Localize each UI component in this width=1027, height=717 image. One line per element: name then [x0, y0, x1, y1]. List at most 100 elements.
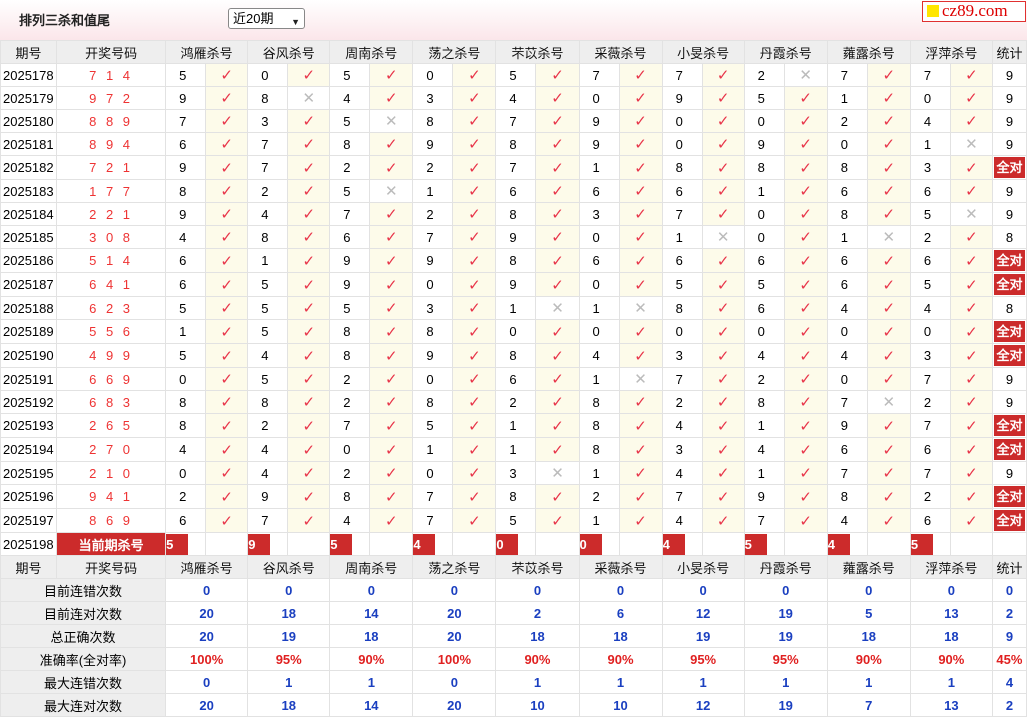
- summary-value: 90%: [909, 647, 993, 671]
- check-icon: ✓: [287, 248, 331, 273]
- period-cell: 2025191: [0, 367, 58, 391]
- kill-number-cell: 7: [412, 508, 454, 533]
- check-icon: ✓: [452, 484, 497, 509]
- check-icon: ✓: [205, 132, 249, 156]
- summary-value: 95%: [743, 647, 828, 671]
- check-icon: ✓: [866, 272, 911, 297]
- kill-number-cell: 2: [247, 179, 289, 203]
- check-icon: ✓: [287, 225, 331, 249]
- stat-cell: 9: [991, 390, 1027, 414]
- check-icon: ✓: [205, 86, 249, 110]
- summary-value: 13: [909, 693, 993, 717]
- check-icon: ✓: [205, 296, 249, 320]
- summary-value: 1: [329, 670, 414, 694]
- col-header-expert: 小旻杀号: [661, 555, 745, 579]
- kill-number-cell: 0: [165, 461, 207, 485]
- summary-stat: 0: [991, 578, 1027, 602]
- draw-number-cell: 5 5 6: [56, 319, 167, 344]
- col-header-expert: 荡之杀号: [412, 40, 497, 64]
- check-icon: ✓: [369, 413, 414, 438]
- kill-number-cell: 9: [495, 272, 537, 297]
- kill-number-cell: 4: [329, 508, 371, 533]
- kill-number-cell: 2: [909, 390, 951, 414]
- check-icon: ✓: [205, 179, 249, 203]
- summary-value: 20: [412, 601, 497, 625]
- col-header-period: 期号: [0, 40, 58, 64]
- kill-number-cell: 1: [826, 225, 868, 249]
- draw-number-cell: 8 6 9: [56, 508, 167, 533]
- kill-number-cell: 2: [826, 109, 868, 133]
- kill-number-cell: 3: [909, 155, 951, 180]
- check-icon: ✓: [205, 109, 249, 133]
- check-icon: ✓: [783, 132, 828, 156]
- col-header-expert: 芣苡杀号: [495, 555, 580, 579]
- summary-value: 14: [329, 601, 414, 625]
- check-icon: ✓: [866, 413, 911, 438]
- summary-value: 90%: [826, 647, 911, 671]
- kill-number-cell: 0: [743, 109, 785, 133]
- check-icon: ✓: [783, 367, 828, 391]
- check-icon: ✓: [866, 343, 911, 368]
- kill-number-cell: 1: [412, 179, 454, 203]
- check-icon: ✓: [535, 390, 580, 414]
- kill-number-cell: 6: [661, 179, 703, 203]
- kill-number-cell: 0: [578, 225, 620, 249]
- current-kill-value: 5: [911, 533, 933, 555]
- kill-number-cell: 9: [743, 484, 785, 509]
- stat-cell: 9: [991, 367, 1027, 391]
- cross-icon: ✕: [618, 296, 663, 320]
- all-correct-badge: 全对: [993, 157, 1025, 178]
- kill-number-cell: 7: [909, 367, 951, 391]
- kill-number-cell: 6: [165, 248, 207, 273]
- kill-number-cell: 3: [247, 109, 289, 133]
- check-icon: ✓: [701, 508, 745, 533]
- kill-number-cell: 8: [743, 155, 785, 180]
- check-icon: ✓: [369, 132, 414, 156]
- kill-number-cell: 8: [329, 484, 371, 509]
- check-icon: ✓: [949, 272, 993, 297]
- kill-number-cell: 5: [247, 296, 289, 320]
- period-cell: 2025183: [0, 179, 58, 203]
- period-select[interactable]: 近20期 ▼: [228, 8, 305, 29]
- all-correct-badge: 全对: [993, 510, 1025, 531]
- summary-value: 0: [412, 578, 497, 602]
- cross-icon: ✕: [535, 461, 580, 485]
- kill-number-cell: 1: [495, 413, 537, 438]
- check-icon: ✓: [618, 413, 663, 438]
- kill-number-cell: 4: [909, 296, 951, 320]
- kill-number-cell: 4: [247, 437, 289, 462]
- cross-icon: ✕: [618, 367, 663, 391]
- kill-number-cell: 2: [247, 413, 289, 438]
- period-cell: 2025194: [0, 437, 58, 462]
- stat-cell: 全对: [991, 413, 1027, 438]
- stat-cell: 8: [991, 296, 1027, 320]
- kill-number-cell: 9: [826, 413, 868, 438]
- col-header-expert: 丹霞杀号: [743, 555, 828, 579]
- col-header-expert: 蕹露杀号: [826, 40, 911, 64]
- check-icon: ✓: [452, 179, 497, 203]
- check-icon: ✓: [205, 319, 249, 344]
- summary-value: 0: [743, 578, 828, 602]
- summary-value: 1: [495, 670, 580, 694]
- empty-cell: [205, 532, 249, 556]
- period-cell: 2025179: [0, 86, 58, 110]
- kill-number-cell: 5: [909, 202, 951, 226]
- kill-number-cell: 6: [165, 132, 207, 156]
- table-row: 2025194 2 7 0 4 ✓ 4 ✓ 0 ✓ 1 ✓ 1 ✓ 8 ✓ 3 ✓ 4 ✓ 6 ✓ 6 ✓ 全对: [0, 437, 1027, 462]
- current-kill-value: 5: [330, 533, 353, 555]
- kill-number-cell: 9: [661, 86, 703, 110]
- table-row: 2025192 6 8 3 8 ✓ 8 ✓ 2 ✓ 8 ✓ 2 ✓ 8 ✓ 2 ✓ 8 ✓ 7 ✕ 2 ✓ 9: [0, 390, 1027, 414]
- current-kill-cell: 4: [826, 532, 868, 556]
- check-icon: ✓: [618, 484, 663, 509]
- draw-number-cell: 9 7 2: [56, 86, 167, 110]
- summary-value: 18: [247, 693, 331, 717]
- empty-cell: [866, 532, 911, 556]
- check-icon: ✓: [783, 225, 828, 249]
- kill-number-cell: 6: [826, 179, 868, 203]
- check-icon: ✓: [949, 367, 993, 391]
- site-logo[interactable]: cz89.com: [922, 1, 1026, 22]
- kill-number-cell: 6: [661, 248, 703, 273]
- check-icon: ✓: [618, 343, 663, 368]
- check-icon: ✓: [535, 413, 580, 438]
- check-icon: ✓: [452, 508, 497, 533]
